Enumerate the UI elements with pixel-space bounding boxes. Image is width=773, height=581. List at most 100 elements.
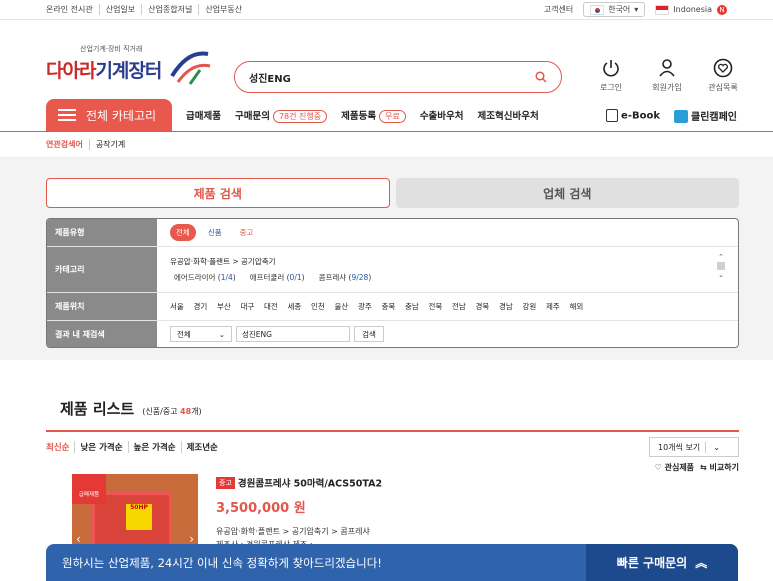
- top-link-journal[interactable]: 산업종합저널: [142, 4, 200, 15]
- wishlist-button[interactable]: 관심목록: [703, 58, 743, 93]
- region-option[interactable]: 부산: [217, 301, 240, 312]
- product-name[interactable]: 경원콤프레샤 50마력/ACS50TA2: [238, 479, 382, 490]
- logo-swoosh-icon: [170, 51, 211, 85]
- quick-inquiry-banner: 원하시는 산업제품, 24시간 이내 신속 정확하게 찾아드리겠습니다! 빠른 …: [46, 544, 738, 581]
- region-option[interactable]: 해외: [570, 301, 593, 312]
- region-option[interactable]: 세종: [288, 301, 311, 312]
- count-suffix: 개): [191, 407, 202, 416]
- all-category-label: 전체 카테고리: [86, 108, 157, 123]
- type-new[interactable]: 신품: [202, 224, 228, 241]
- country-select[interactable]: Indonesia N: [655, 4, 727, 15]
- count-prefix: (신품/중고: [142, 407, 181, 416]
- type-label: 제품유형: [47, 219, 157, 246]
- sub-category-item[interactable]: 에어드라이어 (1/4): [174, 272, 236, 283]
- ebook-link[interactable]: e-Book: [606, 108, 660, 122]
- type-used[interactable]: 중고: [234, 224, 260, 241]
- top-right: 고객센터 한국어 ▾ Indonesia N: [544, 2, 727, 17]
- refine-search-button[interactable]: 검색: [354, 326, 384, 342]
- region-option[interactable]: 울산: [335, 301, 358, 312]
- refine-select[interactable]: 전체 ⌄: [170, 326, 232, 342]
- refine-input[interactable]: 성진ENG: [236, 326, 350, 342]
- region-option[interactable]: 충남: [405, 301, 428, 312]
- nav-right: e-Book 클린캠페인: [606, 108, 737, 123]
- nav-inquiry[interactable]: 구매문의 78건 진행중: [235, 108, 328, 123]
- scroll-down-icon[interactable]: ⌄: [718, 271, 724, 279]
- support-link[interactable]: 고객센터: [544, 4, 573, 15]
- top-link-news[interactable]: 산업일보: [100, 4, 143, 15]
- regions: 서울 경기 부산 대구 대전 세종 인천 울산 광주 충북 충남 전북 전남 경북 경남 강원 제주 해외: [170, 301, 593, 312]
- type-options: 전체 신품 중고: [157, 219, 738, 246]
- per-page-select[interactable]: 10개씩 보기 ⌄: [649, 437, 739, 457]
- nav-sale[interactable]: 급매제품: [186, 108, 221, 122]
- sort-high-price[interactable]: 높은 가격순: [134, 441, 182, 453]
- sort-bar: 최신순 낮은 가격순 높은 가격순 제조년순 10개씩 보기 ⌄: [46, 432, 739, 462]
- refine-select-value: 전체: [177, 329, 191, 339]
- logo-name-b: 기계장터: [95, 60, 162, 82]
- signup-button[interactable]: 회원가입: [647, 58, 687, 93]
- list-count: (신품/중고 48개): [142, 406, 201, 417]
- sort-low-price[interactable]: 낮은 가격순: [80, 441, 129, 453]
- compare-button[interactable]: ⇆ 비교하기: [700, 462, 739, 473]
- filter-row-category: 카테고리 유공압·화학·플랜트 > 공기압축기 에어드라이어 (1/4) 애프터…: [47, 247, 738, 293]
- nav-export-voucher[interactable]: 수출바우처: [420, 108, 464, 122]
- power-icon: [603, 60, 619, 77]
- filter-row-refine: 결과 내 재검색 전체 ⌄ 성진ENG 검색: [47, 321, 738, 347]
- top-utility-bar: 온라인 전시관 산업일보 산업종합저널 산업부동산 고객센터 한국어 ▾ Ind…: [0, 0, 773, 20]
- sort-latest[interactable]: 최신순: [46, 441, 76, 453]
- region-option[interactable]: 광주: [358, 301, 381, 312]
- refine-controls: 전체 ⌄ 성진ENG 검색: [157, 321, 738, 347]
- region-option[interactable]: 대전: [264, 301, 287, 312]
- banner-message: 원하시는 산업제품, 24시간 이내 신속 정확하게 찾아드리겠습니다!: [62, 555, 382, 570]
- category-scrollbar[interactable]: ⌃ ⌄: [716, 253, 726, 283]
- compare-label: 비교하기: [709, 463, 739, 472]
- nav-register[interactable]: 제품등록 무료: [341, 108, 406, 123]
- sub-category-item[interactable]: 콤프레샤 (9/28): [319, 272, 372, 283]
- site-logo[interactable]: 산업기계·장비 직거래 다아라기계장터: [46, 44, 216, 94]
- clean-campaign-link[interactable]: 클린캠페인: [674, 108, 737, 123]
- login-button[interactable]: 로그인: [591, 58, 631, 93]
- region-option[interactable]: 경북: [476, 301, 499, 312]
- top-link-realestate[interactable]: 산업부동산: [199, 4, 248, 15]
- search-input[interactable]: [249, 71, 535, 83]
- region-option[interactable]: 충북: [382, 301, 405, 312]
- region-option[interactable]: 강원: [523, 301, 546, 312]
- quick-inquiry-button[interactable]: 빠른 구매문의 ︽: [586, 544, 738, 581]
- type-all[interactable]: 전체: [170, 224, 196, 241]
- scroll-thumb[interactable]: [717, 262, 725, 270]
- sort-year[interactable]: 제조년순: [187, 441, 223, 453]
- wish-button[interactable]: ♡ 관심제품: [655, 462, 694, 473]
- sub-category-item[interactable]: 애프터쿨러 (0/1): [250, 272, 305, 283]
- scroll-up-icon[interactable]: ⌃: [718, 253, 724, 261]
- login-label: 로그인: [599, 83, 623, 92]
- search-icon[interactable]: [535, 71, 547, 83]
- user-icon: [659, 59, 675, 77]
- list-title: 제품 리스트: [60, 400, 135, 418]
- book-icon: [606, 108, 619, 122]
- tab-company-search[interactable]: 업체 검색: [395, 178, 739, 208]
- product-info: 중고 경원콤프레샤 50마력/ACS50TA2 3,500,000 원 유공압·화…: [216, 472, 382, 550]
- region-option[interactable]: 제주: [546, 301, 569, 312]
- category-path[interactable]: 유공압·화학·플랜트 > 공기압축기: [170, 256, 276, 267]
- nav-innovation-voucher[interactable]: 제조혁신바우처: [478, 108, 539, 122]
- filter-row-type: 제품유형 전체 신품 중고: [47, 219, 738, 247]
- heart-icon: ♡: [654, 463, 662, 472]
- language-select[interactable]: 한국어 ▾: [583, 2, 646, 17]
- region-option[interactable]: 경기: [194, 301, 217, 312]
- region-option[interactable]: 경남: [499, 301, 522, 312]
- sub-category-name: 애프터쿨러: [249, 273, 285, 282]
- compare-icon: ⇆: [700, 463, 707, 472]
- tab-product-search[interactable]: 제품 검색: [46, 178, 390, 208]
- sub-category-list: 에어드라이어 (1/4) 애프터쿨러 (0/1) 콤프레샤 (9/28): [174, 272, 371, 283]
- chevron-down-icon: ⌄: [713, 442, 720, 452]
- region-option[interactable]: 대구: [241, 301, 264, 312]
- all-category-button[interactable]: 전체 카테고리: [46, 99, 172, 131]
- region-option[interactable]: 인천: [311, 301, 334, 312]
- filter-panel: 제품유형 전체 신품 중고 카테고리 유공압·화학·플랜트 > 공기압축기 에어…: [46, 218, 739, 348]
- region-option[interactable]: 전북: [429, 301, 452, 312]
- search-area: 제품 검색 업체 검색 제품유형 전체 신품 중고 카테고리 유공압·화학·플랜…: [0, 158, 773, 360]
- related-term[interactable]: 공작기계: [96, 139, 125, 150]
- top-link-exhibition[interactable]: 온라인 전시관: [46, 4, 100, 15]
- region-option[interactable]: 서울: [170, 301, 193, 312]
- region-option[interactable]: 전남: [452, 301, 475, 312]
- quick-inquiry-label: 빠른 구매문의: [616, 556, 688, 570]
